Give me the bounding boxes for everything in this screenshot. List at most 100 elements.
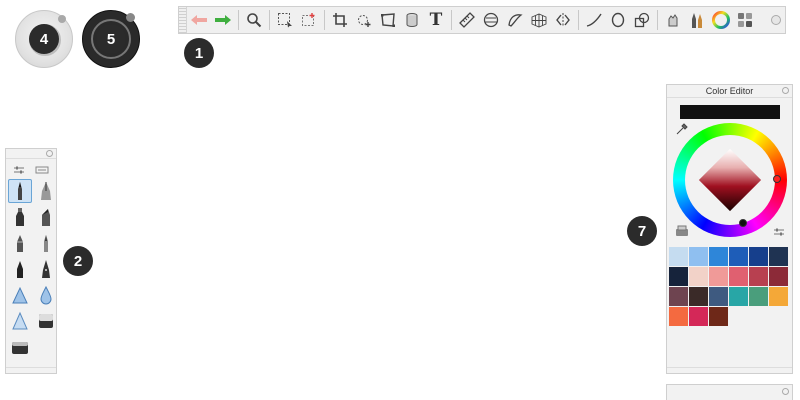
distort-button[interactable]	[377, 9, 399, 31]
airbrush-icon	[12, 286, 28, 304]
lasso-select-button[interactable]	[298, 9, 320, 31]
block-eraser-icon	[12, 342, 28, 354]
shape-button[interactable]	[607, 9, 629, 31]
ink-pen-icon	[17, 261, 23, 278]
undo-button[interactable]	[188, 9, 210, 31]
swatches-button[interactable]	[734, 9, 756, 31]
stroke-curve-icon	[586, 13, 602, 27]
warp-button[interactable]	[401, 9, 423, 31]
pencil-brush[interactable]	[8, 179, 32, 203]
brush-palette-footer[interactable]	[6, 367, 56, 373]
brush-set-icon[interactable]	[35, 165, 49, 175]
watercolor-brush[interactable]	[34, 283, 58, 307]
ellipse-guide-button[interactable]	[480, 9, 502, 31]
zoom-button[interactable]	[243, 9, 265, 31]
color-swatch[interactable]	[709, 247, 728, 266]
color-swatch[interactable]	[689, 247, 708, 266]
color-swatch[interactable]	[689, 307, 708, 326]
saturation-value-diamond[interactable]	[698, 148, 762, 212]
brush-library-button[interactable]	[686, 9, 708, 31]
felt-pen-brush[interactable]	[8, 231, 32, 255]
sv-picker-marker[interactable]	[739, 219, 747, 227]
fountain-pen-brush[interactable]	[34, 257, 58, 281]
french-curve-button[interactable]	[504, 9, 526, 31]
color-swatch[interactable]	[669, 267, 688, 286]
hard-eraser-brush[interactable]	[8, 335, 32, 359]
eyedropper-icon[interactable]	[676, 123, 688, 135]
pen-nib-icon	[41, 182, 51, 200]
color-wheel-icon	[712, 11, 730, 29]
color-sliders-icon[interactable]	[773, 227, 785, 237]
color-swatch[interactable]	[729, 267, 748, 286]
hue-wheel[interactable]	[673, 123, 787, 237]
ink-pen-brush[interactable]	[8, 257, 32, 281]
layers-button[interactable]	[662, 9, 684, 31]
puck-light-dot	[58, 15, 66, 23]
color-swatch[interactable]	[729, 287, 748, 306]
close-icon[interactable]	[782, 87, 789, 94]
brushes-icon	[692, 13, 702, 28]
color-swatch[interactable]	[749, 247, 768, 266]
color-swatch[interactable]	[769, 287, 788, 306]
redo-button[interactable]	[212, 9, 234, 31]
cylinder-icon	[406, 13, 418, 27]
eraser-brush[interactable]	[34, 309, 58, 333]
color-editor-title[interactable]: Color Editor	[667, 85, 792, 98]
sliders-icon[interactable]	[13, 165, 25, 175]
color-harmony-icon[interactable]	[675, 225, 689, 237]
toolbar-separator	[324, 10, 325, 30]
badge-2: 2	[63, 246, 93, 276]
color-swatch[interactable]	[749, 267, 768, 286]
color-swatch[interactable]	[769, 247, 788, 266]
brush-palette-header[interactable]	[6, 149, 56, 159]
distort-icon	[381, 13, 395, 27]
color-swatch[interactable]	[669, 247, 688, 266]
toolbar-separator	[578, 10, 579, 30]
hand-stamp-icon	[668, 14, 678, 27]
eraser-icon	[39, 314, 53, 328]
color-editor-footer[interactable]	[667, 367, 792, 373]
color-swatch[interactable]	[709, 307, 728, 326]
ballpoint-brush[interactable]	[34, 231, 58, 255]
color-swatch[interactable]	[689, 287, 708, 306]
toolbar-close-icon[interactable]	[771, 15, 781, 25]
color-swatch[interactable]	[669, 307, 688, 326]
stroke-button[interactable]	[583, 9, 605, 31]
close-icon[interactable]	[782, 388, 789, 395]
marquee-plus-icon	[302, 13, 315, 26]
crop-button[interactable]	[329, 9, 351, 31]
transform-icon	[358, 15, 371, 27]
marker-brush[interactable]	[8, 205, 32, 229]
airbrush-brush[interactable]	[8, 283, 32, 307]
toolbar-handle[interactable]	[179, 7, 187, 33]
perspective-button[interactable]	[528, 9, 550, 31]
color-editor-title-text: Color Editor	[705, 86, 754, 96]
collapsed-panel[interactable]	[666, 384, 793, 400]
color-wheel-button[interactable]	[710, 9, 732, 31]
color-swatch[interactable]	[709, 287, 728, 306]
color-swatch[interactable]	[669, 287, 688, 306]
toolbar-separator	[451, 10, 452, 30]
text-button[interactable]: T	[425, 9, 447, 31]
water-drop-icon	[40, 285, 52, 305]
pencil-icon	[18, 182, 22, 200]
hue-picker-marker[interactable]	[773, 175, 781, 183]
symmetry-button[interactable]	[552, 9, 574, 31]
color-swatches	[669, 247, 788, 326]
fill-button[interactable]	[631, 9, 653, 31]
symmetry-icon	[556, 13, 570, 27]
ruler-button[interactable]	[456, 9, 478, 31]
color-swatch[interactable]	[729, 247, 748, 266]
color-swatch[interactable]	[749, 287, 768, 306]
chisel-marker-brush[interactable]	[34, 205, 58, 229]
close-icon[interactable]	[46, 150, 53, 157]
color-swatch[interactable]	[689, 267, 708, 286]
color-swatch[interactable]	[769, 267, 788, 286]
color-swatch[interactable]	[709, 267, 728, 286]
current-color-swatch[interactable]	[680, 105, 780, 119]
smudge-brush[interactable]	[8, 309, 32, 333]
transform-button[interactable]	[353, 9, 375, 31]
redo-arrow-icon	[215, 15, 231, 25]
technical-pen-brush[interactable]	[34, 179, 58, 203]
select-button[interactable]	[274, 9, 296, 31]
